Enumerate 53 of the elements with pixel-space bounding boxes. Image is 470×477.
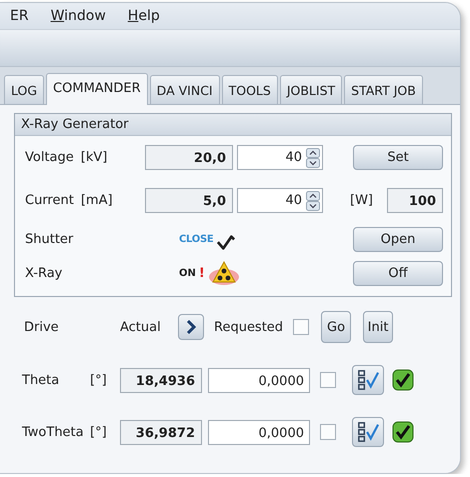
- init-button[interactable]: Init: [363, 311, 394, 343]
- tab[interactable]: DA VINCI: [150, 75, 220, 104]
- open-button[interactable]: Open: [353, 226, 443, 252]
- checkbox[interactable]: [293, 319, 310, 335]
- readout-field: 5,0: [145, 188, 233, 213]
- alert-mark: !: [198, 266, 205, 280]
- unit-label: [mA]: [80, 193, 113, 208]
- tab[interactable]: COMMANDER: [46, 73, 148, 105]
- field-label: Shutter: [25, 232, 74, 246]
- off-button[interactable]: Off: [353, 260, 443, 286]
- tab[interactable]: TOOLS: [222, 75, 278, 104]
- field-label: X-Ray: [25, 266, 62, 280]
- tab[interactable]: JOBLIST: [280, 75, 342, 104]
- field-label: Voltage: [25, 150, 74, 165]
- unit-label: [kV]: [80, 150, 108, 165]
- unit-label: [°]: [90, 372, 108, 388]
- field-label: Current: [25, 193, 74, 208]
- status-label: CLOSE: [179, 234, 214, 244]
- readout-field: 36,9872: [120, 420, 202, 444]
- go-button[interactable]: Go: [321, 311, 352, 343]
- spin-field[interactable]: 40: [237, 145, 323, 170]
- unit-label: [°]: [90, 424, 108, 440]
- input-field[interactable]: 0,0000: [208, 420, 310, 444]
- field-label: Drive: [24, 320, 60, 334]
- menu-item[interactable]: Window: [50, 8, 106, 24]
- play-button[interactable]: [178, 314, 204, 340]
- set-button[interactable]: Set: [353, 145, 443, 170]
- spinner-arrows-icon[interactable]: [306, 190, 320, 210]
- unit-label: [W]: [350, 193, 373, 208]
- checklist-icon: [356, 421, 380, 443]
- axis-label: Theta: [22, 372, 60, 388]
- menu-item[interactable]: ER: [10, 8, 29, 24]
- power-field: 100: [387, 188, 443, 213]
- menu-item[interactable]: Help: [128, 8, 160, 24]
- input-field[interactable]: 0,0000: [208, 368, 310, 392]
- tab[interactable]: LOG: [4, 75, 44, 104]
- checklist-icon: [356, 369, 380, 391]
- column-label: Actual: [120, 320, 162, 334]
- spin-field[interactable]: 40: [237, 188, 323, 213]
- status-label: ON: [179, 268, 196, 278]
- group-title: X-Ray Generator: [15, 114, 451, 136]
- play-icon: [186, 320, 196, 334]
- spinner-arrows-icon[interactable]: [306, 148, 320, 168]
- check-icon: [216, 234, 236, 252]
- checkbox[interactable]: [320, 424, 336, 440]
- checklist-button[interactable]: [352, 365, 384, 395]
- checkbox[interactable]: [320, 372, 336, 388]
- readout-field: 20,0: [145, 145, 233, 170]
- column-label: Requested: [214, 320, 284, 334]
- tab[interactable]: START JOB: [344, 75, 423, 104]
- readout-field: 18,4936: [120, 368, 202, 392]
- checklist-button[interactable]: [352, 417, 384, 447]
- axis-label: TwoTheta: [22, 424, 84, 440]
